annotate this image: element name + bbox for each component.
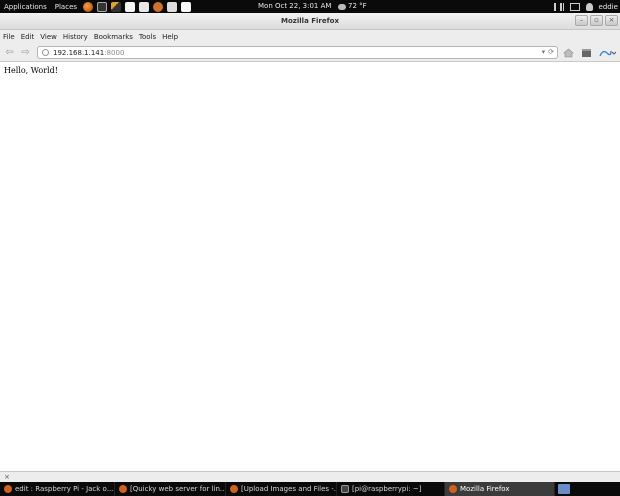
firefox-icon <box>230 485 238 493</box>
navigation-toolbar: ⇦ ⇨ 192.168.1.141:8000 ▾ ⟳ <box>0 43 620 62</box>
task-label: edit : Raspberry Pi - Jack o... <box>15 485 114 493</box>
workspace-switcher-icon[interactable] <box>558 484 570 494</box>
url-bar-actions: ▾ ⟳ <box>542 48 554 56</box>
weather-indicator[interactable]: 72 °F <box>338 0 367 13</box>
task-label: [pi@raspberrypi: ~] <box>352 485 422 493</box>
reload-icon[interactable]: ⟳ <box>548 48 554 56</box>
window-controls: – ▫ × <box>575 15 618 26</box>
text-launcher-icon[interactable] <box>139 1 150 12</box>
applications-menu[interactable]: Applications <box>0 3 47 11</box>
editor-launcher-icon[interactable] <box>111 1 122 12</box>
minimize-button[interactable]: – <box>575 15 588 26</box>
menu-bar: File Edit View History Bookmarks Tools H… <box>0 30 620 43</box>
back-button[interactable]: ⇦ <box>3 46 16 59</box>
task-edit-window[interactable]: edit : Raspberry Pi - Jack o... <box>0 482 115 496</box>
page-text: Hello, World! <box>4 66 58 75</box>
addon-icon[interactable] <box>597 46 617 59</box>
forward-button[interactable]: ⇨ <box>19 46 32 59</box>
terminal-launcher-icon[interactable] <box>97 1 108 12</box>
top-panel: Applications Places Mon Oct 22, 3:01 AM … <box>0 0 620 13</box>
task-web-server-window[interactable]: [Quicky web server for lin... <box>115 482 226 496</box>
url-port: :8000 <box>104 48 125 57</box>
url-dropdown-icon[interactable]: ▾ <box>542 48 546 56</box>
task-terminal-window[interactable]: [pi@raspberrypi: ~] <box>337 482 445 496</box>
temperature-label: 72 °F <box>348 2 367 10</box>
task-label: Mozilla Firefox <box>460 485 510 493</box>
menu-edit[interactable]: Edit <box>21 33 35 41</box>
menu-history[interactable]: History <box>63 33 88 41</box>
window-title: Mozilla Firefox <box>281 17 339 25</box>
menu-view[interactable]: View <box>40 33 57 41</box>
task-firefox-window[interactable]: Mozilla Firefox <box>445 482 555 496</box>
status-bar: × <box>0 471 620 482</box>
home-launcher-icon[interactable] <box>167 1 178 12</box>
menu-help[interactable]: Help <box>162 33 178 41</box>
firefox-launcher-icon[interactable] <box>83 1 94 12</box>
task-label: [Quicky web server for lin... <box>130 485 226 493</box>
downloads-icon[interactable] <box>580 46 593 59</box>
firefox-icon <box>119 485 127 493</box>
task-upload-window[interactable]: [Upload Images and Files -... <box>226 482 337 496</box>
firefox-icon <box>4 485 12 493</box>
network-icon[interactable] <box>569 2 580 11</box>
window-titlebar[interactable]: Mozilla Firefox – ▫ × <box>0 13 620 30</box>
addon-bar-close-button[interactable]: × <box>4 472 10 482</box>
places-menu[interactable]: Places <box>47 3 77 11</box>
panel-clock[interactable]: Mon Oct 22, 3:01 AM <box>258 0 331 13</box>
system-tray: eddie <box>553 0 618 13</box>
user-icon <box>585 2 593 11</box>
home-icon[interactable] <box>562 46 575 59</box>
maximize-button[interactable]: ▫ <box>590 15 603 26</box>
volume-icon[interactable] <box>553 2 564 11</box>
user-name[interactable]: eddie <box>599 3 618 11</box>
cloud-icon <box>338 3 346 10</box>
menu-tools[interactable]: Tools <box>139 33 156 41</box>
url-bar[interactable]: 192.168.1.141:8000 ▾ ⟳ <box>37 46 558 59</box>
menu-file[interactable]: File <box>3 33 15 41</box>
document-launcher-icon[interactable] <box>125 1 136 12</box>
close-button[interactable]: × <box>605 15 618 26</box>
gimp-launcher-icon[interactable] <box>153 1 164 12</box>
terminal-icon <box>341 485 349 493</box>
firefox-icon <box>449 485 457 493</box>
taskbar: edit : Raspberry Pi - Jack o... [Quicky … <box>0 482 620 496</box>
menu-bookmarks[interactable]: Bookmarks <box>94 33 133 41</box>
site-identity-icon[interactable] <box>42 49 49 56</box>
url-host: 192.168.1.141 <box>53 48 105 57</box>
notes-launcher-icon[interactable] <box>181 1 192 12</box>
task-label: [Upload Images and Files -... <box>241 485 337 493</box>
page-content: Hello, World! <box>0 62 620 471</box>
panel-launchers <box>83 1 192 12</box>
